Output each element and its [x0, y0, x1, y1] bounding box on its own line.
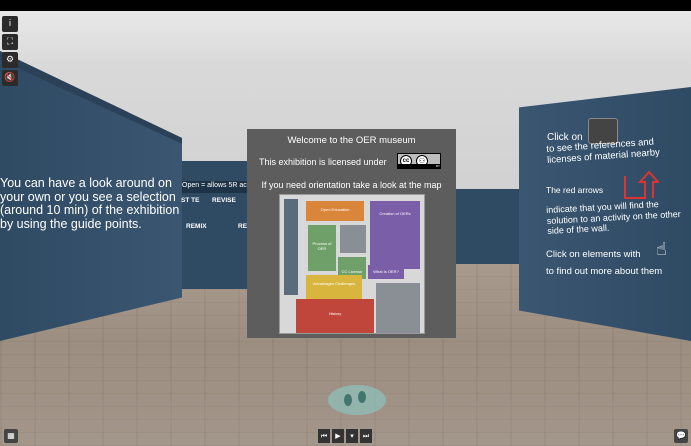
map-label-process: Process of OER [312, 241, 332, 251]
left-wall-text: You can have a look around on your own o… [0, 176, 180, 231]
map-zone-process[interactable]: Process of OER [308, 225, 336, 271]
map-zone-entrance [376, 283, 420, 333]
welcome-dialog[interactable]: Welcome to the OER museum This exhibitio… [247, 129, 456, 338]
map-label-creation: Creation of OERs [379, 211, 411, 216]
dropdown-button[interactable]: ▾ [346, 429, 358, 443]
right-middle-wall [456, 189, 526, 264]
map-toggle-icon[interactable]: ▦ [4, 429, 18, 443]
map-zone-advantages[interactable]: Advantages Challenges [306, 275, 362, 299]
map-label-advantages: Advantages Challenges [312, 281, 356, 286]
guide-footprint[interactable] [328, 385, 386, 415]
info-icon[interactable]: i [2, 16, 18, 32]
mute-icon[interactable]: 🔇 [2, 70, 18, 86]
map-zone-what-is[interactable]: What Is OER? [368, 265, 404, 279]
dialog-license-text: This exhibition is licensed under [259, 157, 387, 167]
middle-label-revise[interactable]: REVISE [212, 197, 236, 204]
map-zone-center [340, 225, 366, 253]
fullscreen-icon[interactable]: ⛶ [2, 34, 18, 50]
map-zone-open-education[interactable]: Open Education [306, 201, 364, 221]
chat-icon[interactable]: 💬 [674, 429, 688, 443]
dialog-title: Welcome to the OER museum [287, 135, 416, 146]
map-zone-creation[interactable]: Creation of OERs [370, 201, 420, 269]
hand-pointer-icon: ☝ [656, 239, 667, 260]
map-label-cc-license: CC License [341, 269, 363, 274]
badge-bar: BY [398, 164, 440, 168]
dialog-orientation-text: If you need orientation take a look at t… [261, 180, 442, 190]
map-label-open-education: Open Education [320, 207, 350, 212]
play-button[interactable]: ▶ [332, 429, 344, 443]
top-black-bar [0, 0, 691, 11]
right-red-arrows: The red arrows [546, 185, 604, 195]
museum-map[interactable]: Open Education Creation of OERs Process … [279, 194, 425, 334]
next-button[interactable]: ⏭ [360, 429, 372, 443]
ceiling [0, 11, 691, 71]
red-arrow-icon [624, 170, 659, 199]
map-zone-history[interactable]: History [296, 299, 374, 333]
guide-controls: ⏮ ▶ ▾ ⏭ [318, 429, 374, 443]
cc-by-license-badge[interactable]: cc ⚇ BY [397, 153, 441, 169]
footprint-right-icon [358, 391, 366, 403]
middle-label-1[interactable]: ST TE [181, 197, 199, 204]
footprint-left-icon [344, 394, 352, 406]
previous-button[interactable]: ⏮ [318, 429, 330, 443]
gear-icon[interactable]: ⚙ [2, 52, 18, 68]
map-left-corridor [284, 199, 298, 295]
middle-label-remix[interactable]: REMIX [186, 223, 207, 230]
right-find-more: to find out more about them [546, 266, 663, 277]
right-click-elements: Click on elements with [546, 249, 641, 260]
map-label-history: History [328, 311, 342, 316]
middle-label-4[interactable]: RE [238, 223, 247, 230]
map-label-what-is: What Is OER? [373, 269, 399, 274]
middle-wall-caption: Open = allows 5R act [182, 182, 249, 189]
